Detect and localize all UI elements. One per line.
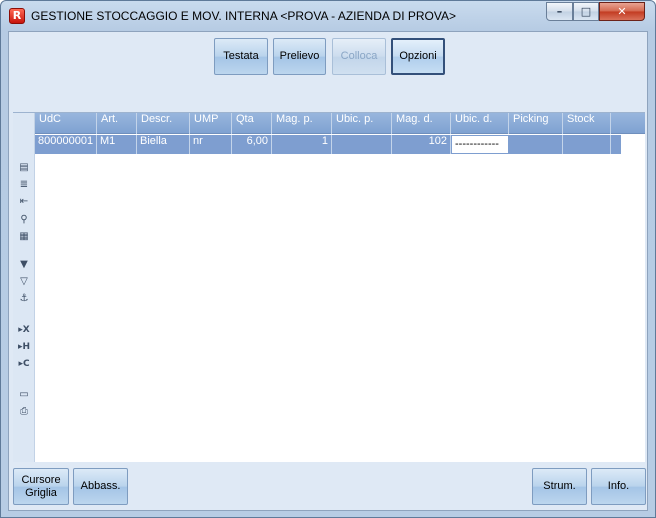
window-title: GESTIONE STOCCAGGIO E MOV. INTERNA <PROV…: [31, 9, 456, 23]
search-icon[interactable]: ⚲: [17, 213, 31, 227]
hide-c-icon[interactable]: ▸C: [17, 357, 31, 371]
clear-filter-icon[interactable]: ▽: [17, 275, 31, 289]
title-bar: R GESTIONE STOCCAGGIO E MOV. INTERNA <PR…: [1, 1, 655, 31]
client-area: Testata Prelievo Colloca Opzioni ▤ ≣ ⇤ ⚲…: [8, 31, 648, 511]
col-header-stock[interactable]: Stock: [563, 113, 611, 134]
minimize-button[interactable]: –: [546, 2, 573, 21]
cell-udc[interactable]: 800000001: [35, 135, 97, 154]
opzioni-button[interactable]: Opzioni: [391, 38, 445, 75]
cell-ump[interactable]: nr: [190, 135, 232, 154]
col-header-ubic-p[interactable]: Ubic. p.: [332, 113, 392, 134]
col-header-udc[interactable]: UdC: [35, 113, 97, 134]
cell-picking[interactable]: [509, 135, 563, 154]
hide-x-icon[interactable]: ▸X: [17, 323, 31, 337]
col-header-qta[interactable]: Qta: [232, 113, 272, 134]
bottom-toolbar: Cursore Griglia Abbass. Strum. Info.: [9, 464, 647, 510]
abbass-button[interactable]: Abbass.: [73, 468, 128, 505]
app-logo-icon: R: [9, 8, 25, 24]
export-icon[interactable]: ⇤: [17, 195, 31, 209]
cell-ubic-p[interactable]: [332, 135, 392, 154]
grid-header: UdC Art. Descr. UMP Qta Mag. p. Ubic. p.…: [35, 113, 645, 134]
prelievo-button[interactable]: Prelievo: [273, 38, 326, 75]
top-toolbar: Testata Prelievo Colloca Opzioni: [9, 32, 647, 108]
hide-h-icon[interactable]: ▸H: [17, 340, 31, 354]
cell-mag-d[interactable]: 102: [392, 135, 451, 154]
list-icon[interactable]: ≣: [17, 178, 31, 192]
testata-button[interactable]: Testata: [214, 38, 268, 75]
info-button[interactable]: Info.: [591, 468, 646, 505]
grid-side-toolbar: ▤ ≣ ⇤ ⚲ ▦ ▼ ▽ ⚓ ▸X ▸H ▸C ▭ ⎙: [13, 113, 35, 462]
cell-qta[interactable]: 6,00: [232, 135, 272, 154]
maximize-button[interactable]: □: [573, 2, 599, 21]
col-header-descr[interactable]: Descr.: [137, 113, 190, 134]
grid-config-icon[interactable]: ▤: [17, 161, 31, 175]
app-window: R GESTIONE STOCCAGGIO E MOV. INTERNA <PR…: [0, 0, 656, 518]
col-header-mag-d[interactable]: Mag. d.: [392, 113, 451, 134]
cursore-griglia-button[interactable]: Cursore Griglia: [13, 468, 69, 505]
monitor-icon[interactable]: ▭: [17, 388, 31, 402]
cell-ubic-d-editor[interactable]: ------------: [451, 135, 509, 154]
data-grid: ▤ ≣ ⇤ ⚲ ▦ ▼ ▽ ⚓ ▸X ▸H ▸C ▭ ⎙ UdC Art. De…: [13, 112, 645, 462]
cell-art[interactable]: M1: [97, 135, 137, 154]
cell-mag-p[interactable]: 1: [272, 135, 332, 154]
columns-icon[interactable]: ▦: [17, 230, 31, 244]
cell-stock[interactable]: [563, 135, 611, 154]
col-header-art[interactable]: Art.: [97, 113, 137, 134]
strum-button[interactable]: Strum.: [532, 468, 587, 505]
col-header-ubic-d[interactable]: Ubic. d.: [451, 113, 509, 134]
col-header-mag-p[interactable]: Mag. p.: [272, 113, 332, 134]
col-header-picking[interactable]: Picking: [509, 113, 563, 134]
colloca-button[interactable]: Colloca: [332, 38, 386, 75]
table-row[interactable]: 800000001 M1 Biella nr 6,00 1 102 ------…: [35, 135, 621, 154]
cell-descr[interactable]: Biella: [137, 135, 190, 154]
print-icon[interactable]: ⎙: [17, 405, 31, 419]
anchor-icon[interactable]: ⚓: [17, 292, 31, 306]
filter-icon[interactable]: ▼: [17, 258, 31, 272]
close-button[interactable]: ✕: [599, 2, 645, 21]
col-header-ump[interactable]: UMP: [190, 113, 232, 134]
